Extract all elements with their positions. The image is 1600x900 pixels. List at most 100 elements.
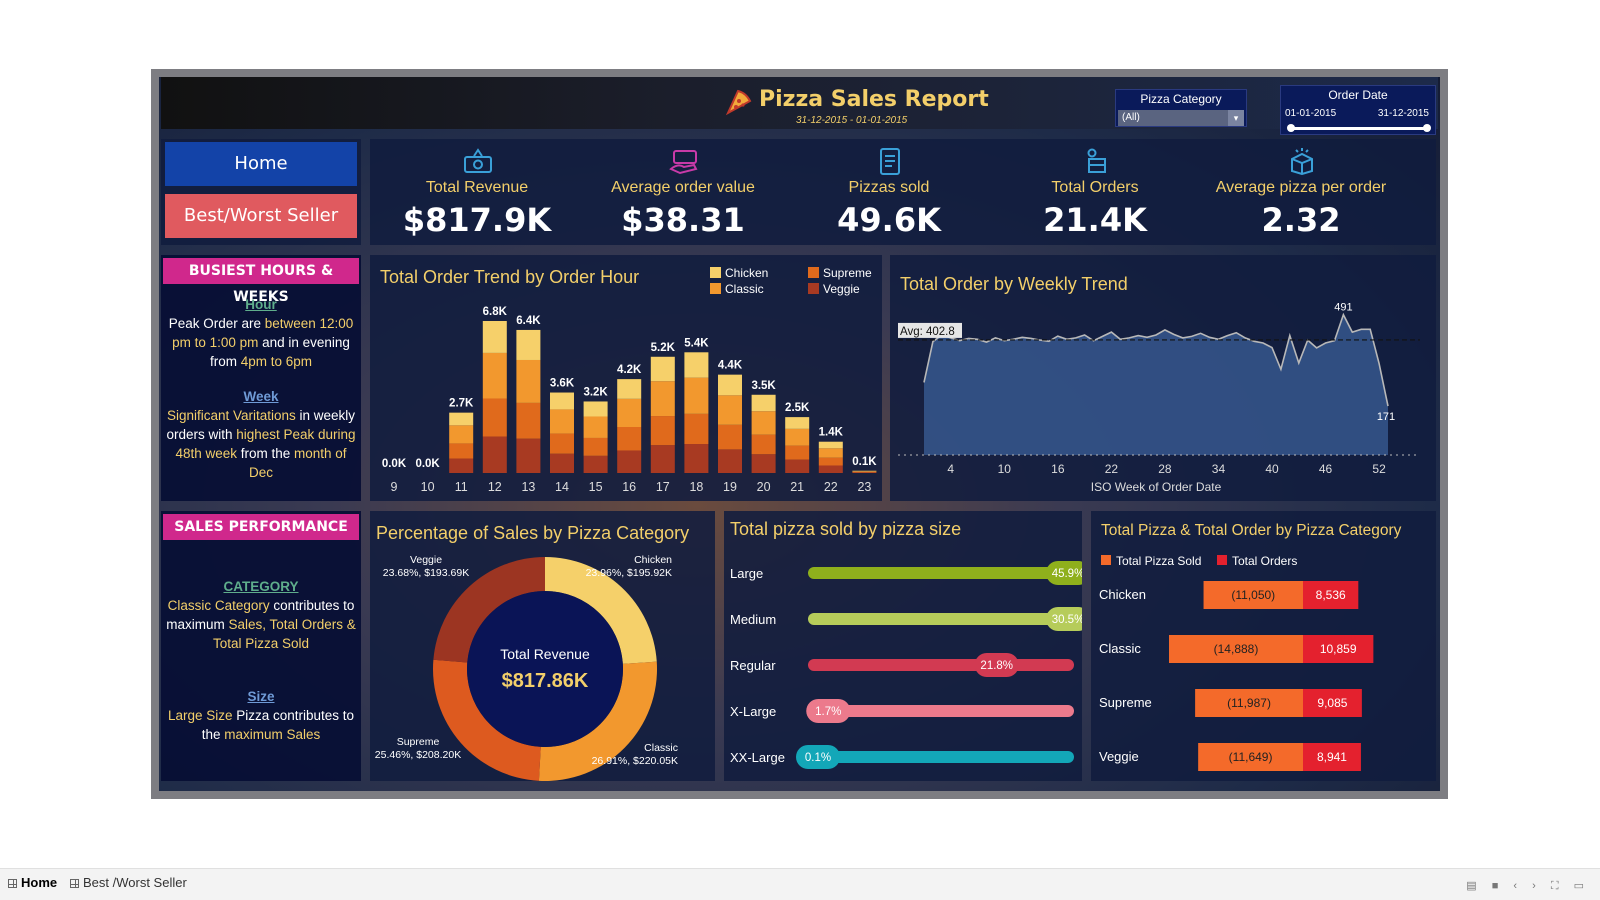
bar-segment bbox=[818, 465, 843, 473]
bar-segment bbox=[852, 471, 877, 472]
bar-total-label: 0.0K bbox=[415, 458, 440, 470]
sales-performance-panel: SALES PERFORMANCE CATEGORY Classic Categ… bbox=[161, 511, 361, 781]
hour-text-a: Peak Order are bbox=[168, 316, 265, 331]
week-text-d: from the bbox=[236, 446, 295, 461]
bar-segment bbox=[718, 374, 742, 396]
size-title: Size bbox=[247, 689, 275, 704]
kpi-label: Pizzas sold bbox=[848, 179, 930, 196]
pizza-size-chart: Total pizza sold by pizza size Large 45.9%… bbox=[730, 519, 1090, 769]
pizza-sold-label: (11,987) bbox=[1227, 696, 1271, 710]
bar-segment bbox=[718, 449, 742, 473]
bar-segment bbox=[852, 472, 877, 473]
legend-label: Veggie bbox=[823, 282, 860, 296]
total-orders-label: 9,085 bbox=[1317, 696, 1347, 710]
kpi-label: Total Orders bbox=[1051, 179, 1139, 196]
best-worst-seller-button[interactable]: Best/Worst Seller bbox=[165, 194, 357, 238]
order-date-slider[interactable] bbox=[1287, 124, 1431, 132]
bar-segment bbox=[482, 321, 507, 353]
bar-segment bbox=[684, 413, 709, 445]
bar-segment bbox=[516, 402, 541, 439]
legend-swatch bbox=[1101, 555, 1111, 565]
bar-segment bbox=[550, 409, 574, 434]
week-text-a: Significant Varitations bbox=[166, 408, 296, 423]
category-totals-chart: Total Pizza & Total Order by Pizza Categ… bbox=[1099, 522, 1402, 771]
x-tick-label: 15 bbox=[589, 480, 603, 494]
category-label: Chicken bbox=[1099, 587, 1146, 602]
category-label: Classic bbox=[1099, 641, 1141, 656]
view-controls[interactable]: ▤ ■ ‹ › ⛶ ▭ bbox=[1466, 879, 1590, 893]
size-value-label: 45.9% bbox=[1052, 568, 1082, 580]
tab-home[interactable]: Home bbox=[8, 875, 57, 890]
kpi-panel: Total Revenue $817.9K Average order valu… bbox=[370, 139, 1436, 245]
x-tick-label: 23 bbox=[857, 480, 871, 494]
bar-segment bbox=[751, 394, 776, 412]
money-icon bbox=[464, 148, 492, 173]
chevron-down-icon[interactable]: ▾ bbox=[1228, 110, 1244, 126]
bar-total-label: 4.4K bbox=[718, 360, 743, 372]
size-insight: Size Large Size Pizza contributes to the… bbox=[165, 687, 357, 744]
bar-segment bbox=[684, 444, 709, 473]
report-date-range: 31-12-2015 - 01-01-2015 bbox=[796, 115, 908, 126]
bar-segment bbox=[650, 416, 675, 446]
x-tick-label: 12 bbox=[488, 480, 502, 494]
bar-segment bbox=[718, 424, 742, 450]
x-tick-label: 9 bbox=[391, 480, 398, 494]
pizza-category-select[interactable]: (All) ▾ bbox=[1118, 110, 1244, 126]
pizza-category-label: Pizza Category bbox=[1140, 92, 1222, 106]
bar-segment bbox=[818, 441, 843, 449]
size-label: Regular bbox=[730, 658, 776, 673]
bar-segment bbox=[852, 471, 877, 473]
total-orders-label: 8,536 bbox=[1316, 588, 1346, 602]
kpi-value: 2.32 bbox=[1261, 201, 1341, 239]
bar-total-label: 3.6K bbox=[550, 378, 575, 390]
bar-segment bbox=[785, 459, 810, 473]
x-tick-label: 10 bbox=[421, 480, 435, 494]
slice-name-label: Supreme bbox=[397, 736, 440, 748]
kpi-label: Total Revenue bbox=[425, 179, 529, 196]
tab-home-label: Home bbox=[21, 875, 58, 890]
order-hour-chart: Total Order Trend by Order Hour Chicken Su… bbox=[380, 266, 877, 494]
bar-segment bbox=[583, 437, 608, 456]
order-date-start: 01-01-2015 bbox=[1285, 108, 1337, 119]
tab-best-worst-label: Best /Worst Seller bbox=[83, 875, 187, 890]
tab-best-worst-seller[interactable]: Best /Worst Seller bbox=[70, 875, 187, 890]
x-tick-label: 14 bbox=[555, 480, 569, 494]
bar-segment bbox=[785, 445, 810, 460]
bar-segment bbox=[751, 411, 776, 435]
pizza-icon bbox=[725, 89, 752, 116]
bar-total-label: 6.8K bbox=[483, 306, 508, 318]
kpi-label: Average order value bbox=[611, 179, 755, 196]
home-button[interactable]: Home bbox=[165, 142, 357, 186]
x-tick-label: 46 bbox=[1319, 462, 1333, 476]
bar-segment bbox=[684, 352, 709, 378]
clipboard-icon bbox=[880, 148, 900, 175]
slider-end-handle[interactable] bbox=[1423, 124, 1431, 132]
average-label: Avg: 402.8 bbox=[900, 326, 955, 338]
total-orders-label: 8,941 bbox=[1317, 750, 1347, 764]
category-label: Supreme bbox=[1099, 695, 1152, 710]
bar-segment bbox=[718, 395, 742, 425]
x-tick-label: 22 bbox=[824, 480, 838, 494]
delivery-box-icon bbox=[1087, 148, 1106, 173]
slice-name-label: Chicken bbox=[634, 554, 672, 566]
bar-total-label: 3.2K bbox=[583, 386, 608, 398]
slider-start-handle[interactable] bbox=[1287, 124, 1295, 132]
slice-value-label: 26.91%, $220.05K bbox=[592, 755, 678, 767]
kpi-total-orders: Total Orders 21.4K bbox=[990, 139, 1200, 245]
week-title: Week bbox=[243, 389, 279, 404]
order-date-end: 31-12-2015 bbox=[1377, 108, 1429, 119]
bar-segment bbox=[449, 443, 474, 459]
order-date-filter: Order Date 01-01-2015 31-12-2015 bbox=[1280, 85, 1436, 135]
chart-title: Total pizza sold by pizza size bbox=[730, 519, 961, 539]
grid-icon bbox=[70, 879, 79, 888]
x-tick-label: 16 bbox=[1051, 462, 1065, 476]
x-tick-label: 4 bbox=[947, 462, 954, 476]
pizza-sold-label: (14,888) bbox=[1214, 642, 1259, 656]
navigation-panel: Home Best/Worst Seller bbox=[161, 139, 361, 245]
kpi-label: Average pizza per order bbox=[1215, 179, 1387, 196]
bar-total-label: 3.5K bbox=[751, 380, 776, 392]
donut-center-label: Total Revenue bbox=[500, 646, 590, 662]
category-totals-chart-panel: Total Pizza & Total Order by Pizza Categ… bbox=[1091, 511, 1436, 781]
chart-title: Total Order Trend by Order Hour bbox=[380, 267, 639, 287]
category-sales-chart-panel: Percentage of Sales by Pizza Category Tot… bbox=[370, 511, 715, 781]
